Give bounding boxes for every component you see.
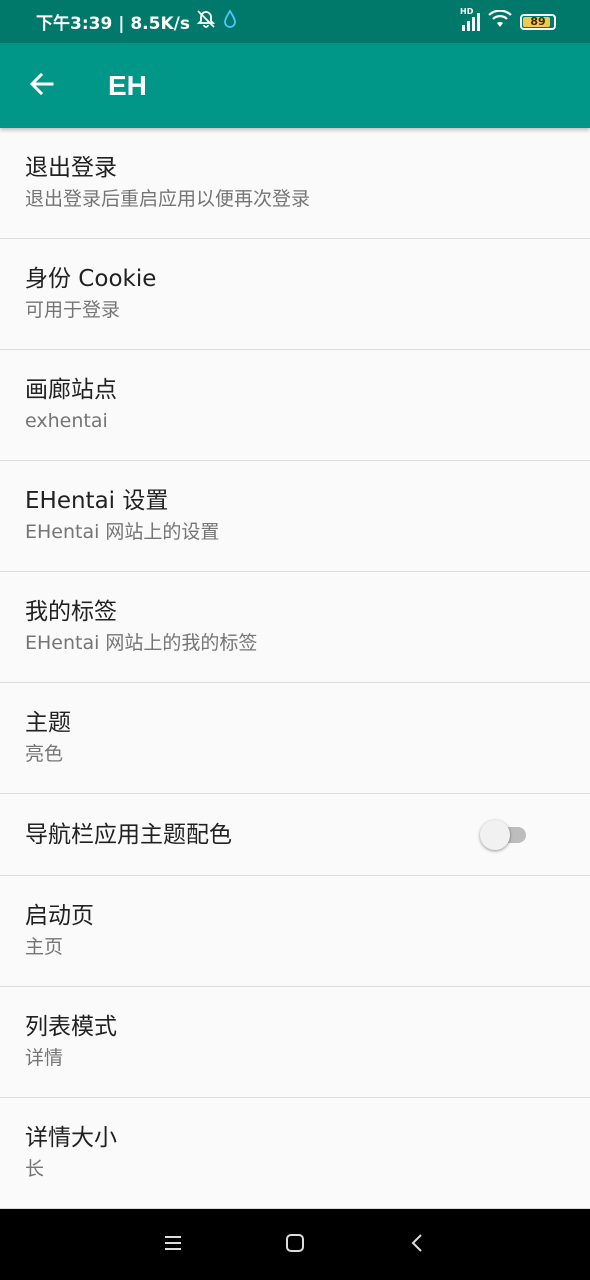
status-time-speed: 下午3:39 | 8.5K/s [36, 14, 190, 34]
setting-title: 我的标签 [25, 599, 117, 625]
page-title: EH [108, 69, 147, 101]
setting-title: 画廊站点 [25, 377, 117, 403]
setting-title: 详情大小 [25, 1125, 117, 1151]
app-bar: EH [0, 43, 590, 128]
status-left: 下午3:39 | 8.5K/s [36, 9, 238, 34]
home-button[interactable] [265, 1215, 325, 1275]
setting-title: 启动页 [25, 903, 94, 929]
settings-list: 退出登录 退出登录后重启应用以便再次登录 身份 Cookie 可用于登录 画廊站… [0, 128, 590, 1209]
battery-icon: 89 [520, 13, 556, 30]
setting-title: EHentai 设置 [25, 488, 169, 514]
setting-summary: exhentai [25, 410, 108, 432]
setting-summary: 主页 [25, 936, 64, 958]
setting-my-tags[interactable]: 我的标签 EHentai 网站上的我的标签 [0, 572, 590, 683]
setting-summary: EHentai 网站上的我的标签 [25, 632, 258, 654]
setting-list-mode[interactable]: 列表模式 详情 [0, 987, 590, 1098]
setting-launch-page[interactable]: 启动页 主页 [0, 876, 590, 987]
status-right: HD 89 [460, 7, 556, 33]
setting-summary: EHentai 网站上的设置 [25, 521, 220, 543]
setting-title: 退出登录 [25, 155, 117, 181]
setting-logout[interactable]: 退出登录 退出登录后重启应用以便再次登录 [0, 128, 590, 239]
battery-level: 89 [530, 15, 546, 28]
setting-summary: 可用于登录 [25, 299, 121, 321]
system-back-button[interactable] [387, 1215, 447, 1275]
setting-summary: 详情 [25, 1047, 64, 1069]
back-button[interactable] [0, 43, 84, 128]
wifi-icon [488, 9, 512, 33]
signal-icon: HD [460, 7, 480, 31]
setting-ehentai-settings[interactable]: EHentai 设置 EHentai 网站上的设置 [0, 461, 590, 572]
menu-icon [163, 1234, 183, 1256]
setting-summary: 亮色 [25, 743, 64, 765]
setting-detail-size[interactable]: 详情大小 长 [0, 1098, 590, 1209]
navbar-theme-switch[interactable] [480, 819, 526, 850]
setting-title: 身份 Cookie [25, 266, 157, 292]
setting-title: 列表模式 [25, 1014, 117, 1040]
hd-label: HD [460, 6, 474, 16]
setting-gallery-site[interactable]: 画廊站点 exhentai [0, 350, 590, 461]
setting-theme[interactable]: 主题 亮色 [0, 683, 590, 794]
back-icon [409, 1232, 425, 1258]
drop-icon [222, 9, 238, 34]
system-nav-bar [0, 1209, 590, 1280]
setting-summary: 退出登录后重启应用以便再次登录 [25, 188, 311, 210]
status-bar: 下午3:39 | 8.5K/s HD 89 [0, 0, 590, 43]
alarm-off-icon [196, 9, 216, 34]
home-icon [284, 1232, 306, 1258]
switch-thumb [480, 819, 510, 850]
setting-navbar-theme-color[interactable]: 导航栏应用主题配色 [0, 794, 590, 876]
recents-button[interactable] [143, 1215, 203, 1275]
setting-summary: 长 [25, 1158, 45, 1180]
setting-title: 主题 [25, 710, 71, 736]
arrow-back-icon [28, 70, 56, 102]
setting-identity-cookie[interactable]: 身份 Cookie 可用于登录 [0, 239, 590, 350]
